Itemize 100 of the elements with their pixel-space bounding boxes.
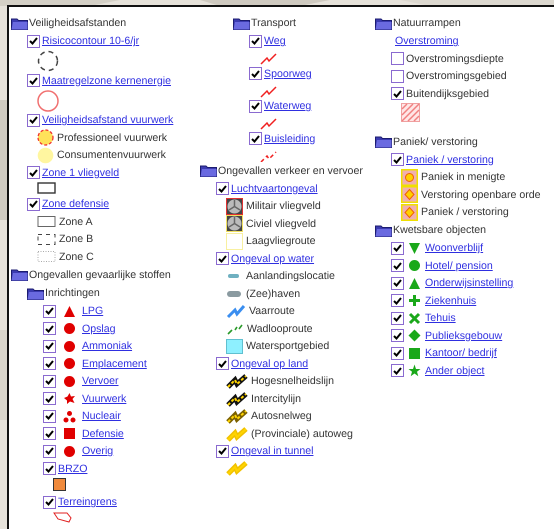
folder-icon: [11, 268, 28, 282]
checkbox[interactable]: [43, 357, 56, 370]
layer-link[interactable]: Overstroming: [395, 35, 459, 48]
layer-link[interactable]: Ongeval op water: [231, 252, 314, 265]
rectangle-icon: [37, 182, 56, 194]
checkbox[interactable]: [391, 294, 404, 308]
legend-label: Intercitylijn: [251, 392, 302, 405]
layer-link[interactable]: Ander object: [425, 364, 484, 377]
layer-link[interactable]: Hotel/ pension: [425, 260, 493, 272]
checkbox[interactable]: [27, 114, 40, 127]
layer-link[interactable]: Terreingrens: [58, 496, 117, 508]
checkbox[interactable]: [391, 52, 404, 66]
layer-link[interactable]: Defensie: [82, 428, 124, 440]
layer-link[interactable]: BRZO: [58, 462, 88, 475]
layer-link[interactable]: Zone 1 vliegveld: [42, 166, 120, 179]
checkbox[interactable]: [249, 67, 262, 80]
checkbox[interactable]: [43, 340, 56, 353]
dashed-circle-icon: [37, 50, 59, 72]
layer-link[interactable]: Emplacement: [82, 358, 147, 370]
layer-link[interactable]: Risicocontour 10-6/jr: [42, 35, 140, 48]
checkbox[interactable]: [43, 410, 56, 423]
legend-label: (Provinciale) autoweg: [251, 428, 353, 440]
checkbox[interactable]: [216, 357, 229, 370]
layer-link[interactable]: Veiligheidsafstand vuurwerk: [42, 114, 174, 126]
checkbox[interactable]: [43, 304, 56, 318]
folder-icon: [375, 224, 392, 237]
layer-link[interactable]: Kantoor/ bedrijf: [425, 347, 497, 360]
legend-label: Wadlooproute: [247, 322, 313, 335]
layer-link[interactable]: Ongeval in tunnel: [231, 445, 314, 458]
folder-title: Veiligheidsafstanden: [29, 17, 126, 30]
zigzag-road-icon: [226, 373, 248, 390]
propeller-icon: [226, 198, 243, 215]
layer-link[interactable]: Publieksgebouw: [425, 330, 502, 342]
layer-link[interactable]: Waterweg: [264, 100, 312, 112]
checkbox[interactable]: [391, 70, 404, 83]
square-icon: [226, 338, 243, 354]
legend-label: Verstoring openbare orde: [421, 188, 541, 201]
checkbox[interactable]: [216, 252, 229, 266]
layer-link[interactable]: Opslag: [82, 322, 116, 335]
checkbox[interactable]: [391, 329, 404, 342]
layer-link[interactable]: LPG: [82, 305, 104, 318]
layer-link[interactable]: Woonverblijf: [425, 242, 484, 254]
checkbox[interactable]: [43, 462, 56, 476]
checkbox[interactable]: [43, 374, 56, 388]
checkbox[interactable]: [391, 312, 404, 325]
circle-icon: [37, 146, 54, 164]
layer-link[interactable]: Buisleiding: [264, 132, 316, 145]
checkbox[interactable]: [391, 153, 404, 166]
option-label: Buitendijksgebied: [406, 88, 490, 100]
dotted-rectangle-icon: [37, 250, 56, 264]
layer-link[interactable]: Onderwijsinstelling: [425, 277, 514, 290]
layer-link[interactable]: Spoorweg: [264, 68, 312, 80]
legend-label: Zone A: [59, 216, 93, 228]
layer-link[interactable]: Tehuis: [425, 312, 456, 324]
legend-label: Zone C: [59, 250, 94, 263]
legend-label: Civiel vliegveld: [246, 218, 316, 230]
checkbox[interactable]: [27, 198, 40, 211]
layer-link[interactable]: Vervoer: [82, 375, 119, 388]
legend-label: Autosnelweg: [251, 410, 312, 422]
checkbox[interactable]: [27, 166, 40, 180]
layer-link[interactable]: Luchtvaartongeval: [231, 182, 318, 195]
checkbox[interactable]: [43, 392, 56, 406]
layer-link[interactable]: Ammoniak: [82, 340, 132, 352]
hatched-square-icon: [401, 102, 420, 122]
checkbox[interactable]: [216, 182, 229, 196]
checkbox[interactable]: [27, 74, 40, 88]
layer-link[interactable]: Nucleair: [82, 410, 121, 422]
layer-link[interactable]: Paniek / verstoring: [406, 154, 494, 166]
checkbox[interactable]: [249, 34, 262, 48]
layer-link[interactable]: Zone defensie: [42, 198, 110, 210]
square-icon: [53, 478, 66, 490]
dashed-rectangle-icon: [37, 232, 56, 246]
layer-link[interactable]: Ongeval op land: [231, 358, 308, 370]
checkbox[interactable]: [43, 427, 56, 440]
checkbox[interactable]: [391, 242, 404, 255]
checkbox[interactable]: [391, 276, 404, 290]
legend-label: Zone B: [59, 233, 94, 246]
layer-link[interactable]: Vuurwerk: [82, 392, 126, 405]
rectangle-icon: [37, 215, 56, 228]
zigzag-line-icon: [226, 303, 246, 320]
circle-icon: [37, 90, 59, 112]
folder-icon: [375, 16, 392, 30]
checkbox[interactable]: [391, 87, 404, 100]
checkbox[interactable]: [27, 34, 40, 48]
checkbox[interactable]: [391, 364, 404, 378]
checkbox[interactable]: [43, 322, 56, 336]
dashed-line-icon: [226, 322, 244, 335]
checkbox[interactable]: [391, 259, 404, 272]
layer-link[interactable]: Ziekenhuis: [425, 294, 476, 307]
checkbox[interactable]: [43, 496, 56, 509]
layer-link[interactable]: Overig: [82, 445, 114, 458]
layer-link[interactable]: Weg: [264, 35, 286, 48]
checkbox[interactable]: [43, 444, 56, 458]
legend-label: Watersportgebied: [246, 340, 330, 352]
checkbox[interactable]: [249, 132, 262, 146]
layer-link[interactable]: Maatregelzone kernenergie: [42, 74, 171, 87]
folder-title: Ongevallen verkeer en vervoer: [218, 164, 363, 177]
checkbox[interactable]: [249, 100, 262, 113]
checkbox[interactable]: [391, 346, 404, 360]
checkbox[interactable]: [216, 444, 229, 458]
